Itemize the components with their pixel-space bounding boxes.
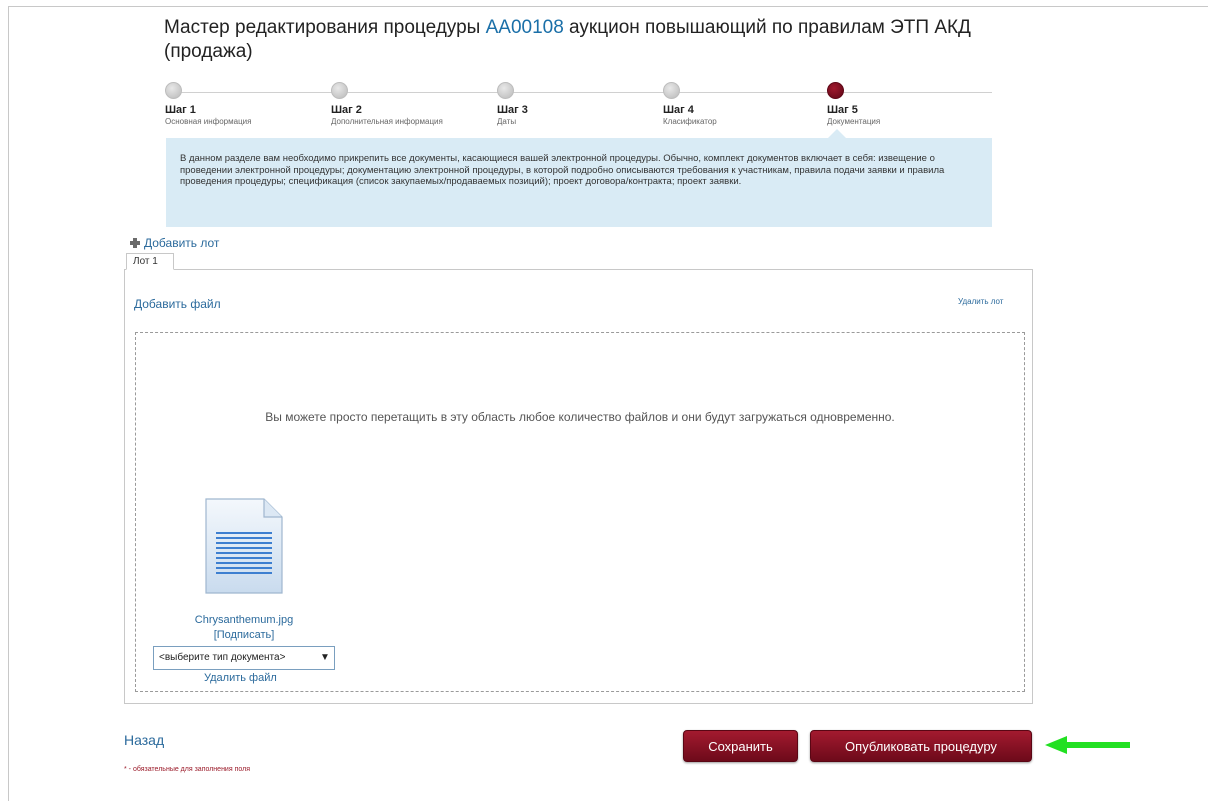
- dropzone-hint: Вы можете просто перетащить в эту област…: [265, 410, 895, 424]
- step-sub: Класификатор: [663, 117, 717, 126]
- step-label: Шаг 4: [663, 104, 694, 116]
- green-arrow-annotation-icon: [1045, 736, 1130, 754]
- step-5[interactable]: Шаг 5 Документация: [827, 82, 987, 127]
- back-link[interactable]: Назад: [124, 732, 164, 748]
- step-sub: Основная информация: [165, 117, 252, 126]
- sign-file-link[interactable]: [Подписать]: [174, 629, 314, 641]
- document-type-select[interactable]: <выберите тип документа> ▼: [153, 646, 335, 670]
- step-label: Шаг 1: [165, 104, 196, 116]
- step-sub: Даты: [497, 117, 517, 126]
- step-label: Шаг 5: [827, 104, 858, 116]
- step-2[interactable]: Шаг 2 Дополнительная информация: [331, 82, 491, 127]
- info-box: В данном разделе вам необходимо прикрепи…: [166, 138, 992, 227]
- delete-file-link[interactable]: Удалить файл: [204, 672, 277, 684]
- add-lot-label: Добавить лот: [144, 236, 220, 250]
- step-dot: [331, 82, 348, 99]
- document-type-value: <выберите тип документа>: [159, 652, 286, 663]
- save-button[interactable]: Сохранить: [683, 730, 798, 762]
- step-label: Шаг 2: [331, 104, 362, 116]
- required-fields-note: * - обязательные для заполнения поля: [124, 766, 250, 773]
- step-dot: [663, 82, 680, 99]
- step-3[interactable]: Шаг 3 Даты: [497, 82, 657, 127]
- dropdown-arrow-icon: ▼: [320, 652, 330, 663]
- info-pointer: [828, 129, 846, 138]
- step-dot: [165, 82, 182, 99]
- step-sub: Документация: [827, 117, 881, 126]
- title-prefix: Мастер редактирования процедуры: [164, 17, 486, 38]
- procedure-code-link[interactable]: АА00108: [486, 17, 564, 38]
- step-dot: [497, 82, 514, 99]
- page-title: Мастер редактирования процедуры АА00108 …: [164, 16, 1004, 64]
- add-lot-link[interactable]: Добавить лот: [130, 236, 219, 250]
- step-sub: Дополнительная информация: [331, 117, 443, 126]
- plus-icon: [130, 238, 140, 248]
- step-4[interactable]: Шаг 4 Класификатор: [663, 82, 823, 127]
- document-file-icon[interactable]: [204, 497, 284, 595]
- file-name[interactable]: Chrysanthemum.jpg: [174, 614, 314, 626]
- file-dropzone[interactable]: Вы можете просто перетащить в эту област…: [135, 332, 1025, 692]
- delete-lot-link[interactable]: Удалить лот: [958, 297, 1003, 306]
- tab-lot-1[interactable]: Лот 1: [126, 253, 174, 270]
- step-dot-active: [827, 82, 844, 99]
- add-file-link[interactable]: Добавить файл: [134, 297, 221, 311]
- step-label: Шаг 3: [497, 104, 528, 116]
- publish-procedure-button[interactable]: Опубликовать процедуру: [810, 730, 1032, 762]
- step-1[interactable]: Шаг 1 Основная информация: [165, 82, 325, 127]
